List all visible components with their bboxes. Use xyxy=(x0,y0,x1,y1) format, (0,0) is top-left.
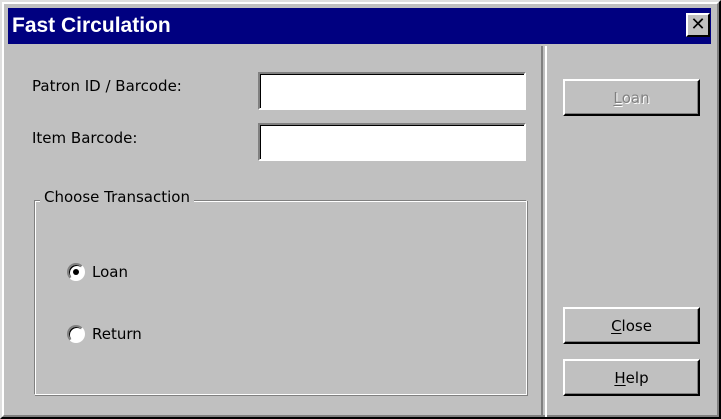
item-barcode-field[interactable] xyxy=(258,123,526,161)
choose-transaction-label: Choose Transaction xyxy=(40,188,194,206)
item-barcode-input[interactable] xyxy=(260,125,524,159)
help-button[interactable]: Help xyxy=(563,359,700,396)
radio-option-return[interactable]: Return xyxy=(67,325,142,343)
close-button[interactable]: Close xyxy=(563,307,700,344)
help-button-mnemonic: H xyxy=(614,368,626,387)
title-bar[interactable]: Fast Circulation ✕ xyxy=(8,8,711,44)
fast-circulation-dialog: Fast Circulation ✕ Patron ID / Barcode: … xyxy=(0,0,721,419)
dialog-title: Fast Circulation xyxy=(12,14,171,37)
patron-id-label: Patron ID / Barcode: xyxy=(32,77,182,95)
radio-label-loan: Loan xyxy=(92,263,128,281)
close-button-mnemonic: C xyxy=(611,316,622,335)
loan-button[interactable]: Loan xyxy=(563,79,700,116)
radio-button-return[interactable] xyxy=(67,325,85,343)
choose-transaction-group xyxy=(34,200,527,395)
help-button-label: elp xyxy=(625,368,649,387)
vertical-divider xyxy=(541,46,547,417)
radio-option-loan[interactable]: Loan xyxy=(67,263,128,281)
radio-label-return: Return xyxy=(92,325,142,343)
close-button-label: lose xyxy=(621,316,652,335)
patron-id-field[interactable] xyxy=(258,72,526,110)
item-barcode-label: Item Barcode: xyxy=(32,129,138,147)
loan-button-label: oan xyxy=(621,88,650,107)
close-icon[interactable]: ✕ xyxy=(686,13,710,37)
loan-button-mnemonic: L xyxy=(613,88,622,107)
patron-id-input[interactable] xyxy=(260,74,524,108)
radio-button-loan[interactable] xyxy=(67,263,85,281)
